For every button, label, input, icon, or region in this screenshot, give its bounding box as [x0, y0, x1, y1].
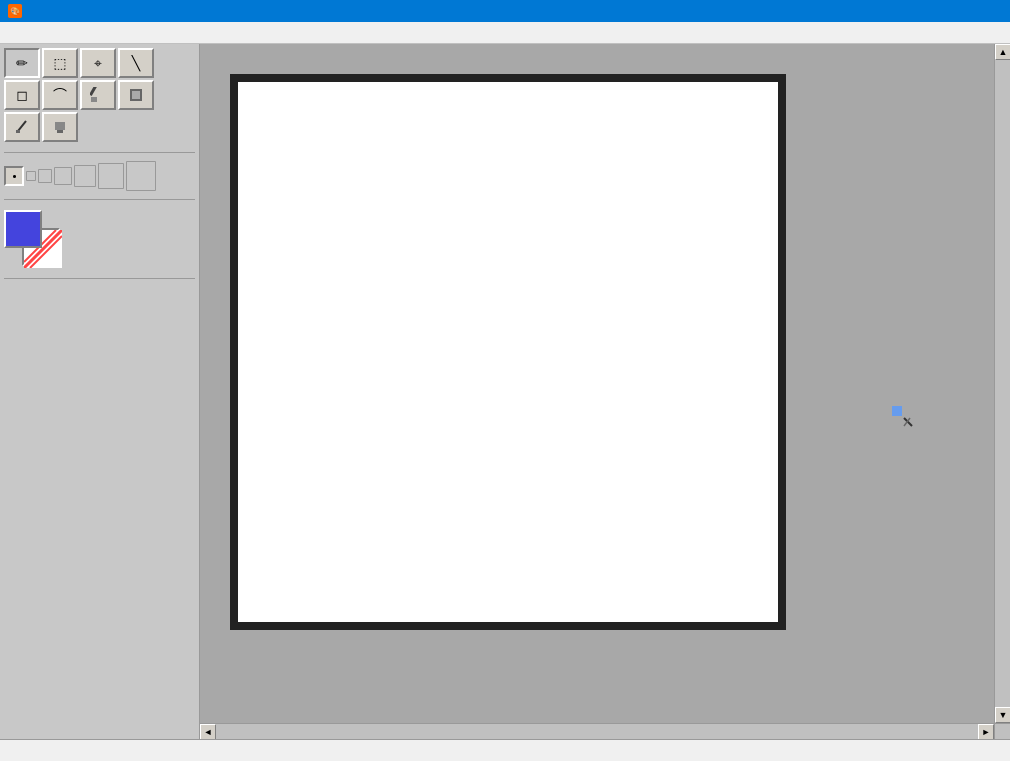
titlebar-left: 🎨 — [8, 4, 28, 18]
brush-sizes — [26, 161, 156, 191]
minimize-button[interactable] — [914, 0, 942, 22]
scroll-right-button[interactable]: ► — [978, 724, 994, 739]
v-scroll-track[interactable] — [995, 60, 1010, 707]
scroll-corner — [994, 724, 1010, 739]
canvas-inner[interactable] — [200, 44, 994, 723]
rect-tool[interactable]: ◻ — [4, 80, 40, 110]
fill-bg-tool[interactable] — [118, 80, 154, 110]
brush-size-2[interactable] — [38, 169, 52, 183]
titlebar: 🎨 — [0, 0, 1010, 22]
canvas-padding — [200, 44, 994, 723]
lasso-tool[interactable]: ⌖ — [80, 48, 116, 78]
stamp-tool[interactable] — [42, 112, 78, 142]
scroll-up-button[interactable]: ▲ — [995, 44, 1010, 60]
statusbar — [0, 739, 1010, 761]
foreground-color-swatch[interactable] — [4, 210, 42, 248]
horizontal-scrollbar[interactable]: ◄ ► — [200, 723, 1010, 739]
brush-size-4[interactable] — [74, 165, 96, 187]
separator-2 — [4, 199, 195, 200]
close-button[interactable] — [974, 0, 1002, 22]
vertical-scrollbar[interactable]: ▲ ▼ — [994, 44, 1010, 723]
color-display — [4, 210, 74, 268]
scroll-down-button[interactable]: ▼ — [995, 707, 1010, 723]
maximize-button[interactable] — [944, 0, 972, 22]
app-icon: 🎨 — [8, 4, 22, 18]
line-tool[interactable]: ╲ — [118, 48, 154, 78]
main-content: ✏ ⬚ ⌖ ╲ ◻ ⌒ — [0, 44, 1010, 739]
menubar — [0, 22, 1010, 44]
select-rect-tool[interactable]: ⬚ — [42, 48, 78, 78]
canvas-row: ▲ ▼ — [200, 44, 1010, 723]
toolbar: ✏ ⬚ ⌖ ╲ ◻ ⌒ — [0, 44, 200, 739]
brush-size-1[interactable] — [26, 171, 36, 181]
scroll-left-button[interactable]: ◄ — [200, 724, 216, 739]
brush-size-3[interactable] — [54, 167, 72, 185]
separator-1 — [4, 152, 195, 153]
separator-3 — [4, 278, 195, 279]
brush-row — [4, 159, 195, 193]
curve-tool[interactable]: ⌒ — [42, 80, 78, 110]
h-scroll-track[interactable] — [216, 724, 978, 739]
titlebar-controls — [914, 0, 1002, 22]
canvas-area: ▲ ▼ ◄ ► — [200, 44, 1010, 739]
sprite-canvas[interactable] — [238, 82, 778, 622]
cursor-indicator — [890, 404, 914, 431]
brush-size-5[interactable] — [98, 163, 124, 189]
brush-size-6[interactable] — [126, 161, 156, 191]
brush-indicator — [4, 166, 24, 186]
pencil-tool[interactable]: ✏ — [4, 48, 40, 78]
tool-grid: ✏ ⬚ ⌖ ╲ ◻ ⌒ — [4, 48, 195, 142]
sprite-border — [230, 74, 786, 630]
eyedropper-tool[interactable] — [4, 112, 40, 142]
fill-color-tool[interactable] — [80, 80, 116, 110]
